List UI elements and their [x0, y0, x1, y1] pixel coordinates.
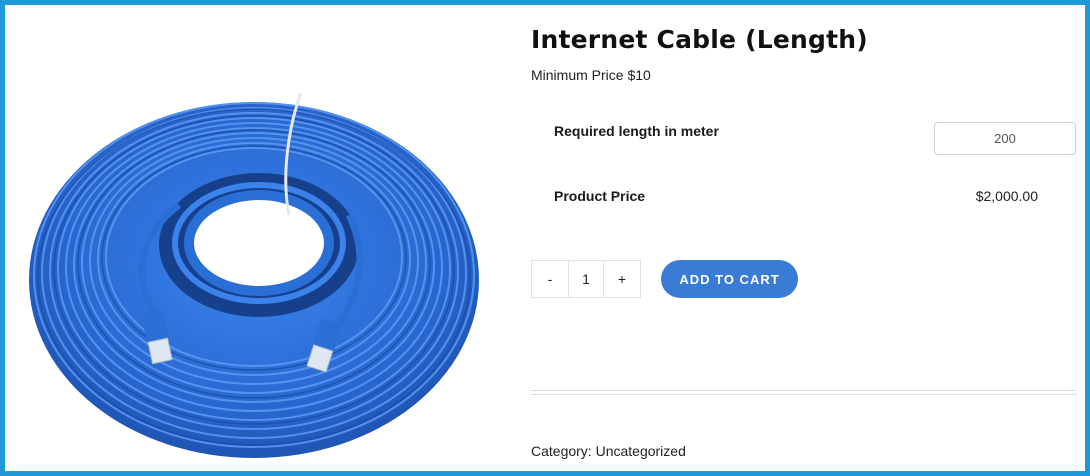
product-price-value: $2,000.00 [975, 188, 1038, 204]
length-label: Required length in meter [554, 123, 719, 139]
category-label: Category: [531, 443, 592, 459]
length-input[interactable] [934, 122, 1076, 155]
product-price-label: Product Price [554, 188, 646, 204]
quantity-increase-button[interactable]: + [604, 261, 640, 297]
minimum-price: Minimum Price $10 [531, 67, 651, 83]
page-frame: Internet Cable (Length) Minimum Price $1… [0, 0, 1090, 476]
product-title: Internet Cable (Length) [531, 25, 868, 54]
quantity-input[interactable]: 1 [568, 261, 604, 297]
quantity-decrease-button[interactable]: - [532, 261, 568, 297]
product-summary: Internet Cable (Length) Minimum Price $1… [531, 5, 1076, 471]
quantity-stepper: - 1 + [531, 260, 641, 298]
product-category: Category: Uncategorized [531, 443, 686, 459]
category-link[interactable]: Uncategorized [596, 443, 686, 459]
divider [531, 394, 1076, 395]
divider [531, 390, 1076, 391]
add-to-cart-button[interactable]: ADD TO CART [661, 260, 798, 298]
product-image[interactable] [19, 65, 489, 465]
